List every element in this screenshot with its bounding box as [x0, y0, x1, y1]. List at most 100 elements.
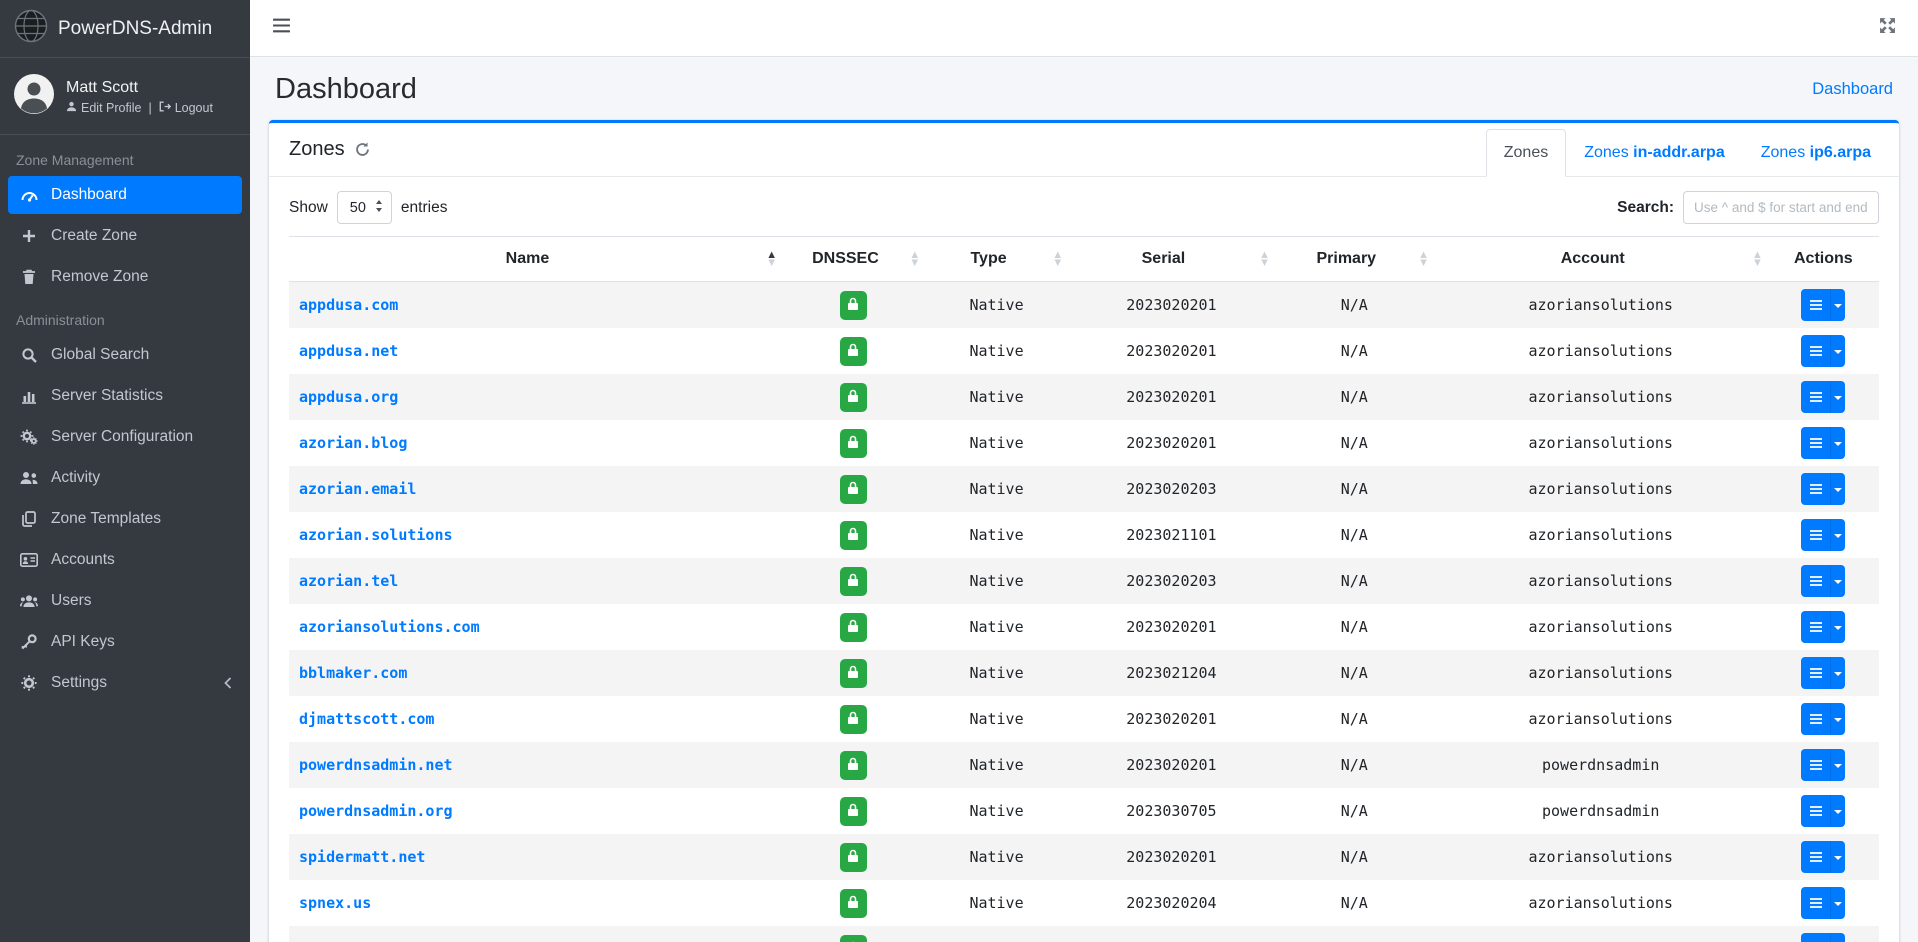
row-actions-button[interactable]: [1801, 427, 1830, 459]
sidebar-item-server-statistics[interactable]: Server Statistics: [8, 377, 242, 415]
sidebar-item-remove-zone[interactable]: Remove Zone: [8, 258, 242, 296]
dnssec-lock-button[interactable]: [840, 705, 867, 734]
zone-link[interactable]: spnex.us: [299, 894, 371, 912]
row-actions-toggle-button[interactable]: [1830, 381, 1845, 413]
zone-link[interactable]: azorian.tel: [299, 572, 398, 590]
sidebar-item-create-zone[interactable]: Create Zone: [8, 217, 242, 255]
sidebar-item-label: Accounts: [51, 551, 115, 569]
row-actions-toggle-button[interactable]: [1830, 749, 1845, 781]
zone-link[interactable]: powerdnsadmin.net: [299, 756, 453, 774]
tab-zones-ip6-arpa[interactable]: Zones ip6.arpa: [1743, 129, 1889, 177]
sidebar-item-settings[interactable]: Settings: [8, 664, 242, 702]
row-actions-toggle-button[interactable]: [1830, 611, 1845, 643]
row-actions-button[interactable]: [1801, 611, 1830, 643]
brand[interactable]: PowerDNS-Admin: [0, 0, 250, 58]
tab-zones-in-addr-arpa[interactable]: Zones in-addr.arpa: [1566, 129, 1743, 177]
row-actions-button[interactable]: [1801, 381, 1830, 413]
dnssec-lock-button[interactable]: [840, 475, 867, 504]
column-header-dnssec[interactable]: DNSSEC▲▼: [782, 237, 925, 282]
row-actions-button[interactable]: [1801, 657, 1830, 689]
dnssec-lock-button[interactable]: [840, 751, 867, 780]
lock-icon: [847, 803, 859, 820]
row-actions-toggle-button[interactable]: [1830, 795, 1845, 827]
dnssec-lock-button[interactable]: [840, 613, 867, 642]
dnssec-lock-button[interactable]: [840, 429, 867, 458]
sidebar-item-label: Zone Templates: [51, 510, 161, 528]
row-actions-toggle-button[interactable]: [1830, 565, 1845, 597]
column-header-type[interactable]: Type▲▼: [925, 237, 1068, 282]
cell-actions: [1768, 466, 1879, 512]
zone-link[interactable]: powerdnsadmin.org: [299, 802, 453, 820]
lock-icon: [847, 297, 859, 314]
zone-link[interactable]: azorian.solutions: [299, 526, 453, 544]
row-actions-button[interactable]: [1801, 933, 1830, 942]
dnssec-lock-button[interactable]: [840, 567, 867, 596]
row-actions-button[interactable]: [1801, 519, 1830, 551]
sidebar-item-api-keys[interactable]: API Keys: [8, 623, 242, 661]
dnssec-lock-button[interactable]: [840, 797, 867, 826]
logout-link[interactable]: Logout: [159, 101, 213, 115]
row-actions-toggle-button[interactable]: [1830, 933, 1845, 942]
sidebar-toggle-button[interactable]: [268, 14, 295, 42]
row-actions-toggle-button[interactable]: [1830, 841, 1845, 873]
row-actions-button[interactable]: [1801, 335, 1830, 367]
row-actions-button[interactable]: [1801, 703, 1830, 735]
zone-link[interactable]: azoriansolutions.com: [299, 618, 480, 636]
row-actions-toggle-button[interactable]: [1830, 703, 1845, 735]
dnssec-lock-button[interactable]: [840, 659, 867, 688]
row-actions-button[interactable]: [1801, 841, 1830, 873]
row-actions-button[interactable]: [1801, 749, 1830, 781]
cell-dnssec: [782, 282, 925, 329]
column-header-name[interactable]: Name▲▼: [289, 237, 782, 282]
row-actions-toggle-button[interactable]: [1830, 335, 1845, 367]
row-actions-toggle-button[interactable]: [1830, 519, 1845, 551]
zone-search-input[interactable]: [1683, 191, 1879, 224]
page-length-control: Show 50 entries: [289, 191, 447, 224]
row-actions: [1801, 565, 1845, 597]
dnssec-lock-button[interactable]: [840, 521, 867, 550]
zone-link[interactable]: appdusa.org: [299, 388, 398, 406]
dnssec-lock-button[interactable]: [840, 889, 867, 918]
column-header-account[interactable]: Account▲▼: [1434, 237, 1768, 282]
zone-link[interactable]: azorian.blog: [299, 434, 407, 452]
row-actions-button[interactable]: [1801, 565, 1830, 597]
zone-link[interactable]: bblmaker.com: [299, 664, 407, 682]
edit-profile-link[interactable]: Edit Profile: [66, 101, 141, 115]
column-header-primary[interactable]: Primary▲▼: [1275, 237, 1434, 282]
fullscreen-button[interactable]: [1875, 13, 1900, 43]
dnssec-lock-button[interactable]: [840, 935, 867, 942]
sidebar-item-dashboard[interactable]: Dashboard: [8, 176, 242, 214]
row-actions-toggle-button[interactable]: [1830, 887, 1845, 919]
sidebar-item-global-search[interactable]: Global Search: [8, 336, 242, 374]
sidebar-item-server-configuration[interactable]: Server Configuration: [8, 418, 242, 456]
zone-link[interactable]: azorian.email: [299, 480, 416, 498]
sidebar-item-activity[interactable]: Activity: [8, 459, 242, 497]
row-actions-toggle-button[interactable]: [1830, 427, 1845, 459]
row-actions: [1801, 611, 1845, 643]
sidebar-item-accounts[interactable]: Accounts: [8, 541, 242, 579]
dnssec-lock-button[interactable]: [840, 843, 867, 872]
tab-zones[interactable]: Zones: [1486, 129, 1566, 177]
row-actions-button[interactable]: [1801, 289, 1830, 321]
dnssec-lock-button[interactable]: [840, 383, 867, 412]
sidebar-item-zone-templates[interactable]: Zone Templates: [8, 500, 242, 538]
row-actions-button[interactable]: [1801, 887, 1830, 919]
column-header-serial[interactable]: Serial▲▼: [1068, 237, 1275, 282]
sidebar-item-users[interactable]: Users: [8, 582, 242, 620]
dnssec-lock-button[interactable]: [840, 291, 867, 320]
row-actions-toggle-button[interactable]: [1830, 473, 1845, 505]
row-actions-toggle-button[interactable]: [1830, 289, 1845, 321]
zone-link[interactable]: appdusa.net: [299, 342, 398, 360]
sidebar-item-label: Activity: [51, 469, 100, 487]
zone-link[interactable]: djmattscott.com: [299, 710, 434, 728]
breadcrumb-dashboard[interactable]: Dashboard: [1812, 80, 1893, 99]
row-actions: [1801, 703, 1845, 735]
row-actions-button[interactable]: [1801, 473, 1830, 505]
zone-link[interactable]: spidermatt.net: [299, 848, 425, 866]
row-actions-toggle-button[interactable]: [1830, 657, 1845, 689]
dnssec-lock-button[interactable]: [840, 337, 867, 366]
page-length-select[interactable]: 50: [337, 191, 392, 224]
refresh-icon[interactable]: [355, 142, 370, 157]
zone-link[interactable]: appdusa.com: [299, 296, 398, 314]
row-actions-button[interactable]: [1801, 795, 1830, 827]
